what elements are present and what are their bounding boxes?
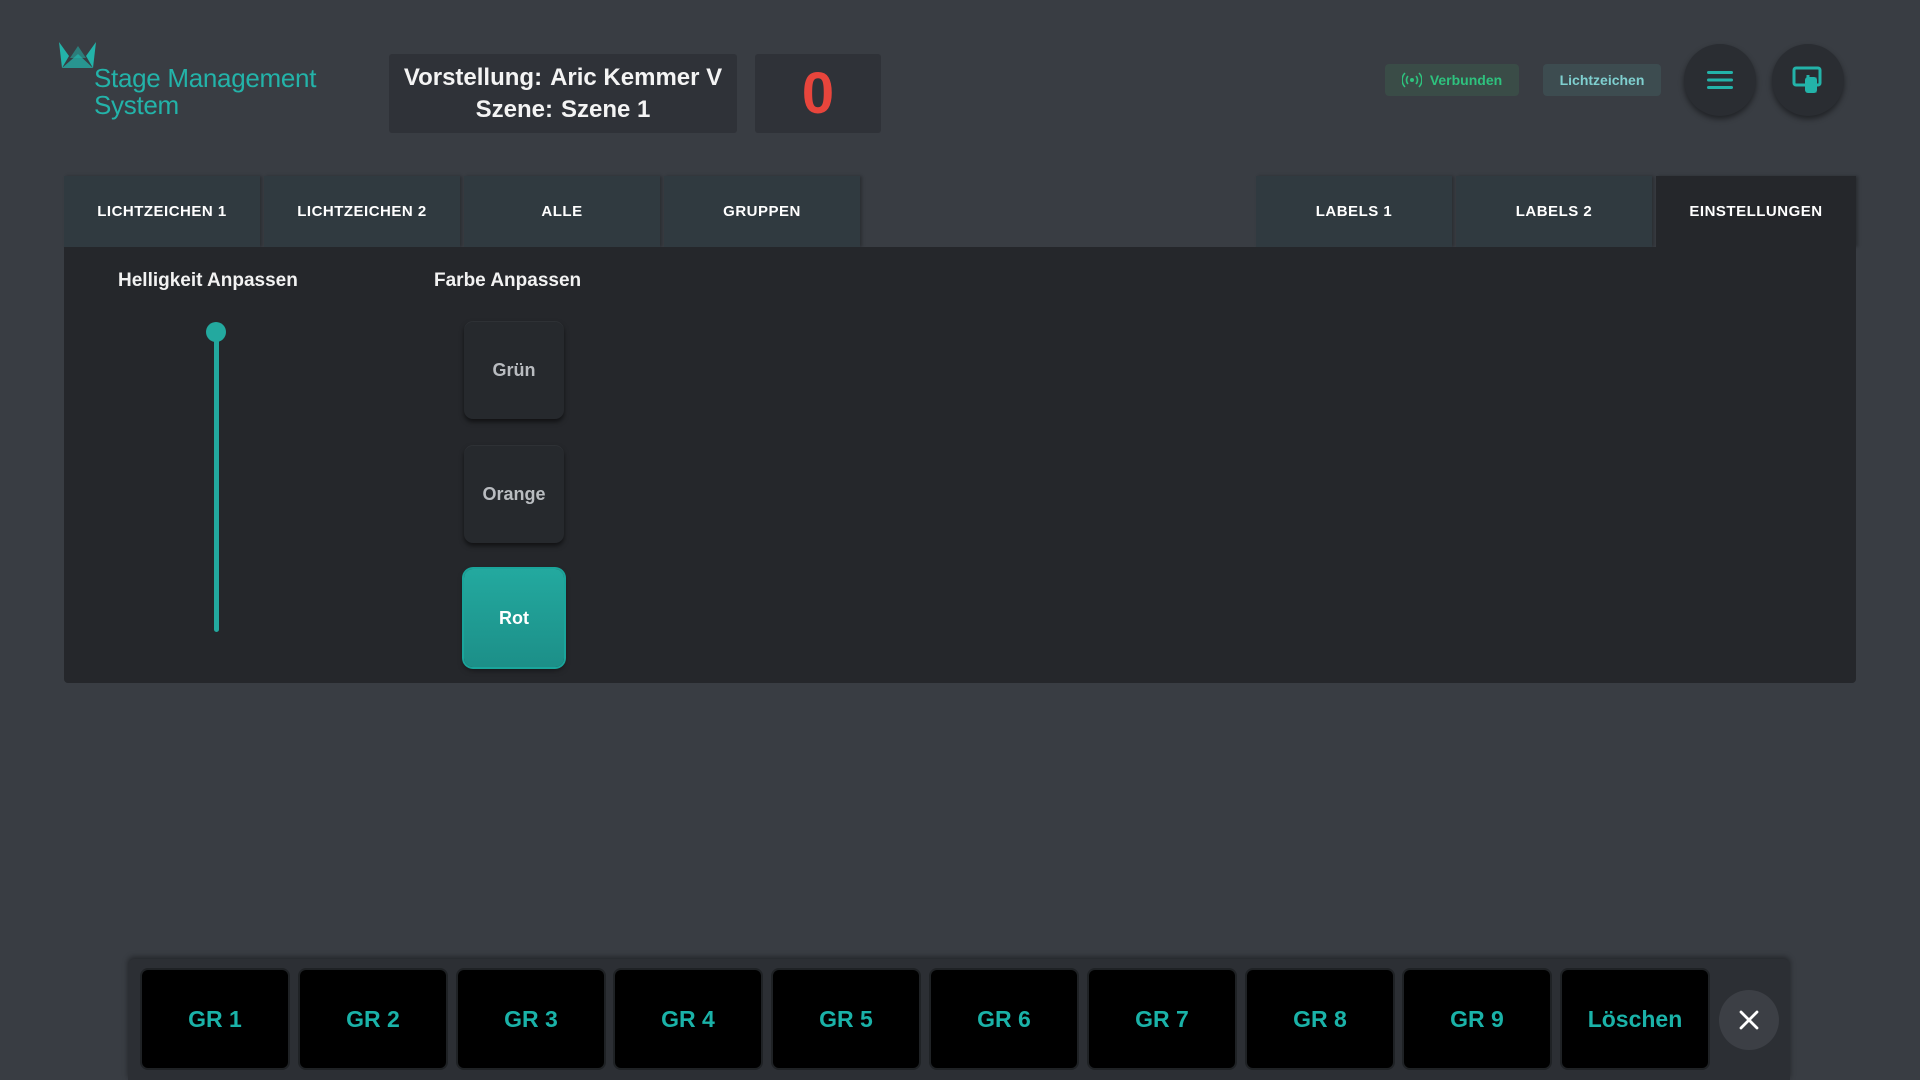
performance-label: Vorstellung:	[403, 63, 543, 91]
menu-button[interactable]	[1684, 44, 1756, 116]
close-icon	[1739, 1010, 1759, 1030]
tab-gruppen[interactable]: GRUPPEN	[664, 176, 860, 247]
touch-screen-icon	[1792, 66, 1822, 93]
scene-value: Szene 1	[560, 95, 651, 123]
color-gruen-button[interactable]: Grün	[464, 321, 564, 419]
tab-einstellungen[interactable]: EINSTELLUNGEN	[1656, 176, 1856, 247]
crown-logo-icon	[59, 42, 96, 68]
cue-counter: 0	[755, 54, 881, 133]
mode-badge[interactable]: Lichtzeichen	[1543, 64, 1661, 96]
tab-lichtzeichen-2[interactable]: LICHTZEICHEN 2	[264, 176, 460, 247]
performance-line: Vorstellung: Aric Kemmer V	[404, 62, 722, 94]
group-button-gr6[interactable]: GR 6	[931, 970, 1077, 1068]
group-button-gr4[interactable]: GR 4	[615, 970, 761, 1068]
color-orange-button[interactable]: Orange	[464, 445, 564, 543]
app-logo: Stage Management System	[58, 40, 348, 120]
group-button-gr1[interactable]: GR 1	[142, 970, 288, 1068]
tab-labels-2[interactable]: LABELS 2	[1456, 176, 1652, 247]
connection-status-badge: Verbunden	[1385, 64, 1519, 96]
touch-screen-button[interactable]	[1772, 44, 1844, 116]
brightness-title: Helligkeit Anpassen	[118, 270, 298, 291]
close-group-bar-button[interactable]	[1719, 990, 1779, 1050]
group-button-gr5[interactable]: GR 5	[773, 970, 919, 1068]
app-name: Stage Management System	[94, 65, 316, 119]
connection-status-label: Verbunden	[1429, 72, 1503, 88]
group-button-gr8[interactable]: GR 8	[1247, 970, 1393, 1068]
group-button-gr3[interactable]: GR 3	[458, 970, 604, 1068]
show-info: Vorstellung: Aric Kemmer V Szene: Szene 1	[389, 54, 737, 133]
app-name-line2: System	[94, 90, 179, 120]
tab-alle[interactable]: ALLE	[464, 176, 660, 247]
group-button-gr2[interactable]: GR 2	[300, 970, 446, 1068]
group-button-gr7[interactable]: GR 7	[1089, 970, 1235, 1068]
color-rot-button[interactable]: Rot	[464, 569, 564, 667]
scene-line: Szene: Szene 1	[476, 94, 651, 126]
brightness-slider-track[interactable]	[214, 330, 219, 632]
hamburger-menu-icon	[1707, 71, 1733, 89]
scene-label: Szene:	[475, 95, 553, 123]
group-button-gr9[interactable]: GR 9	[1404, 970, 1550, 1068]
tab-lichtzeichen-1[interactable]: LICHTZEICHEN 1	[64, 176, 260, 247]
performance-value: Aric Kemmer V	[550, 63, 723, 91]
broadcast-icon	[1401, 72, 1422, 88]
settings-panel	[64, 247, 1856, 683]
tab-labels-1[interactable]: LABELS 1	[1256, 176, 1452, 247]
brightness-slider-handle[interactable]	[206, 322, 226, 342]
app-name-line1: Stage Management	[94, 63, 317, 93]
color-title: Farbe Anpassen	[434, 270, 582, 291]
clear-button[interactable]: Löschen	[1562, 970, 1708, 1068]
